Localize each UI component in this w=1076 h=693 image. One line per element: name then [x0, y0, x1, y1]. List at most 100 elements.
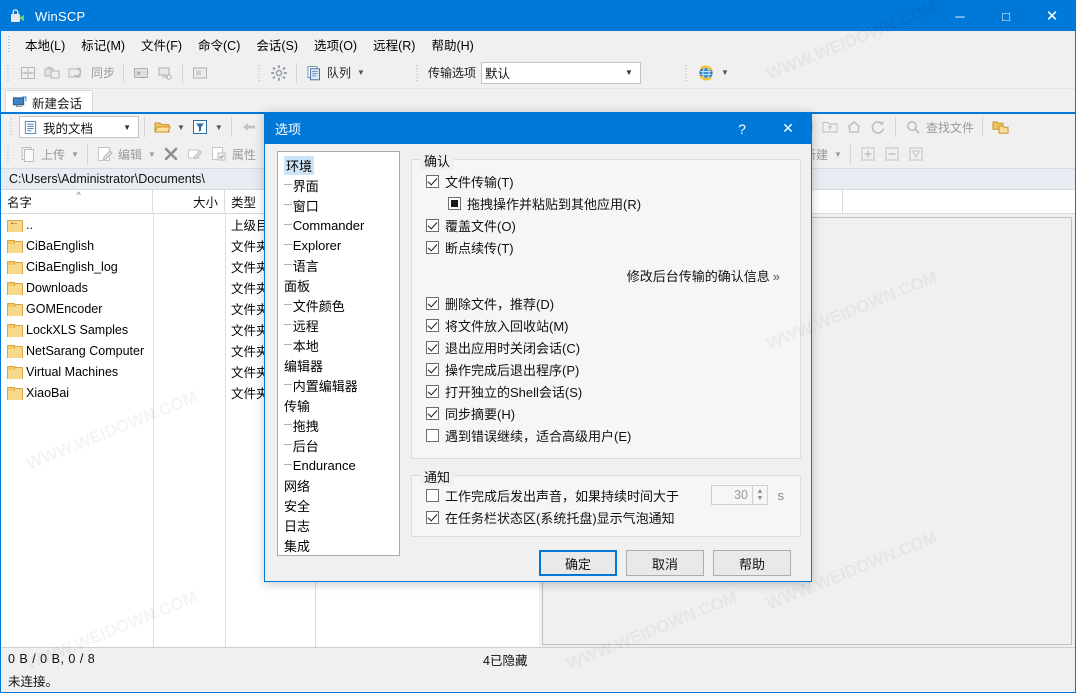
tree-item-remote[interactable]: ─远程 — [278, 315, 399, 335]
checkbox-confirm-delete[interactable]: 删除文件，推荐(D) — [426, 292, 790, 314]
tree-item-commander[interactable]: ─Commander — [278, 215, 399, 235]
sync-browse-toggle-button[interactable] — [988, 115, 1012, 139]
filter-button[interactable]: ▼ — [188, 115, 226, 139]
open-session-button[interactable] — [153, 61, 177, 85]
stepper-up-icon[interactable]: ▲ — [757, 488, 764, 495]
column-header-name[interactable]: 名字 ^ — [1, 190, 153, 213]
tree-item-transfer[interactable]: 传输 — [278, 395, 399, 415]
checkbox-continue-on-error[interactable]: 遇到错误继续，适合高级用户(E) — [426, 424, 790, 446]
open-directory-button[interactable]: ▼ — [150, 115, 188, 139]
help-button[interactable]: 帮助 — [713, 550, 791, 576]
tree-item-internal-editor[interactable]: ─内置编辑器 — [278, 375, 399, 395]
find-files-button[interactable]: 查找文件 — [901, 115, 977, 139]
invert-selection-button[interactable] — [904, 142, 928, 166]
tree-item-language[interactable]: ─语言 — [278, 255, 399, 275]
synchronize-browsing-button[interactable] — [40, 61, 64, 85]
delete-button[interactable] — [159, 142, 183, 166]
checkbox-confirm-overwrite[interactable]: 覆盖文件(O) — [426, 214, 790, 236]
edit-chevron-down-icon[interactable]: ▼ — [148, 150, 156, 159]
menu-local[interactable]: 本地(L) — [17, 32, 73, 57]
filter-chevron-down-icon[interactable]: ▼ — [215, 123, 223, 132]
beep-duration-input[interactable]: 30 — [711, 485, 753, 505]
close-button[interactable]: ✕ — [1029, 1, 1075, 31]
maximize-button[interactable]: □ — [983, 1, 1029, 31]
tree-item-background[interactable]: ─后台 — [278, 435, 399, 455]
menu-options[interactable]: 选项(O) — [306, 32, 365, 57]
local-filetoolbar-grip[interactable] — [5, 144, 12, 164]
toolbar-grip-4[interactable] — [683, 63, 690, 83]
cancel-button[interactable]: 取消 — [626, 550, 704, 576]
toolbar-grip-2[interactable] — [256, 63, 263, 83]
tree-item-file-colors[interactable]: ─文件颜色 — [278, 295, 399, 315]
tree-item-security[interactable]: 安全 — [278, 495, 399, 515]
synchronize-button[interactable]: 同步 — [88, 61, 118, 85]
rename-button[interactable] — [183, 142, 207, 166]
queue-chevron-down-icon[interactable]: ▼ — [357, 68, 365, 77]
tree-item-explorer[interactable]: ─Explorer — [278, 235, 399, 255]
tree-item-interface[interactable]: ─界面 — [278, 175, 399, 195]
tree-item-network[interactable]: 网络 — [278, 475, 399, 495]
split-panels-button[interactable] — [16, 61, 40, 85]
open-terminal-button[interactable]: >_ — [129, 61, 153, 85]
menubar-grip[interactable] — [7, 36, 13, 52]
tree-item-applications[interactable]: ─应用程序 — [278, 555, 399, 556]
properties-button[interactable]: 属性 — [207, 142, 259, 166]
checkbox-confirm-recycle-bin[interactable]: 将文件放入回收站(M) — [426, 314, 790, 336]
checkbox-confirm-resume[interactable]: 断点续传(T) — [426, 236, 790, 258]
checkbox-confirm-open-separate-shell[interactable]: 打开独立的Shell会话(S) — [426, 380, 790, 402]
local-pathbar-grip[interactable] — [8, 117, 15, 137]
transfer-options-chevron-down-icon[interactable]: ▼ — [620, 68, 638, 77]
preferences-button[interactable] — [267, 61, 291, 85]
tab-new-session[interactable]: 新建会话 — [5, 90, 93, 113]
menu-mark[interactable]: 标记(M) — [73, 32, 133, 57]
menu-command[interactable]: 命令(C) — [190, 32, 248, 57]
select-all-button[interactable] — [856, 142, 880, 166]
upload-chevron-down-icon[interactable]: ▼ — [71, 150, 79, 159]
options-category-tree[interactable]: 环境 ─界面 ─窗口 ─Commander ─Explorer ─语言 面板 ─… — [277, 151, 400, 556]
transfer-options-combo[interactable]: 默认 ▼ — [481, 62, 641, 84]
home-directory-button[interactable] — [842, 115, 866, 139]
checkbox-beep-on-finish[interactable]: 工作完成后发出声音，如果持续时间大于 30 ▲ ▼ s — [426, 484, 792, 506]
tree-item-environment[interactable]: 环境 — [278, 155, 399, 175]
checkbox-balloon-notification[interactable]: 在任务栏状态区(系统托盘)显示气泡通知 — [426, 506, 792, 528]
upload-button[interactable]: 上传 ▼ — [16, 142, 82, 166]
tree-item-window[interactable]: ─窗口 — [278, 195, 399, 215]
toolbar-grip-3[interactable] — [414, 63, 421, 83]
dialog-close-button[interactable]: ✕ — [765, 113, 811, 144]
deselect-all-button[interactable] — [880, 142, 904, 166]
tree-item-panels[interactable]: 面板 — [278, 275, 399, 295]
checkbox-confirm-exit-on-completion[interactable]: 操作完成后退出程序(P) — [426, 358, 790, 380]
minimize-button[interactable]: ─ — [937, 1, 983, 31]
tree-item-local[interactable]: ─本地 — [278, 335, 399, 355]
menu-help[interactable]: 帮助(H) — [423, 32, 481, 57]
dialog-help-button[interactable]: ? — [719, 113, 765, 144]
stepper-down-icon[interactable]: ▼ — [757, 495, 764, 502]
column-header-size[interactable]: 大小 — [153, 190, 225, 213]
checkbox-confirm-drag-drop-paste[interactable]: 拖拽操作并粘贴到其他应用(R) — [426, 192, 790, 214]
tree-item-editors[interactable]: 编辑器 — [278, 355, 399, 375]
menu-session[interactable]: 会话(S) — [248, 32, 306, 57]
local-drive-chevron-down-icon[interactable]: ▼ — [118, 123, 136, 132]
edit-button[interactable]: 编辑 ▼ — [93, 142, 159, 166]
checkbox-confirm-file-transfer[interactable]: 文件传输(T) — [426, 170, 790, 192]
menu-file[interactable]: 文件(F) — [133, 32, 190, 57]
toolbar-grip-1[interactable] — [5, 63, 12, 83]
update-chevron-down-icon[interactable]: ▼ — [721, 68, 729, 77]
tree-item-integration[interactable]: 集成 — [278, 535, 399, 555]
queue-button[interactable]: 队列 ▼ — [302, 61, 368, 85]
refresh-both-button[interactable] — [64, 61, 88, 85]
tree-item-logging[interactable]: 日志 — [278, 515, 399, 535]
beep-duration-stepper[interactable]: ▲ ▼ — [753, 485, 768, 505]
update-check-button[interactable]: ▼ — [694, 61, 732, 85]
local-drive-combo[interactable]: 我的文档 ▼ — [19, 116, 139, 138]
checkbox-confirm-close-session-on-exit[interactable]: 退出应用时关闭会话(C) — [426, 336, 790, 358]
remote-new-chevron-down-icon[interactable]: ▼ — [834, 150, 842, 159]
ok-button[interactable]: 确定 — [539, 550, 617, 576]
checkbox-confirm-synchronize-summary[interactable]: 同步摘要(H) — [426, 402, 790, 424]
refresh-button[interactable] — [866, 115, 890, 139]
open-directory-chevron-down-icon[interactable]: ▼ — [177, 123, 185, 132]
parent-directory-button[interactable] — [818, 115, 842, 139]
pageant-button[interactable] — [188, 61, 212, 85]
tree-item-drag-drop[interactable]: ─拖拽 — [278, 415, 399, 435]
menu-remote[interactable]: 远程(R) — [365, 32, 423, 57]
